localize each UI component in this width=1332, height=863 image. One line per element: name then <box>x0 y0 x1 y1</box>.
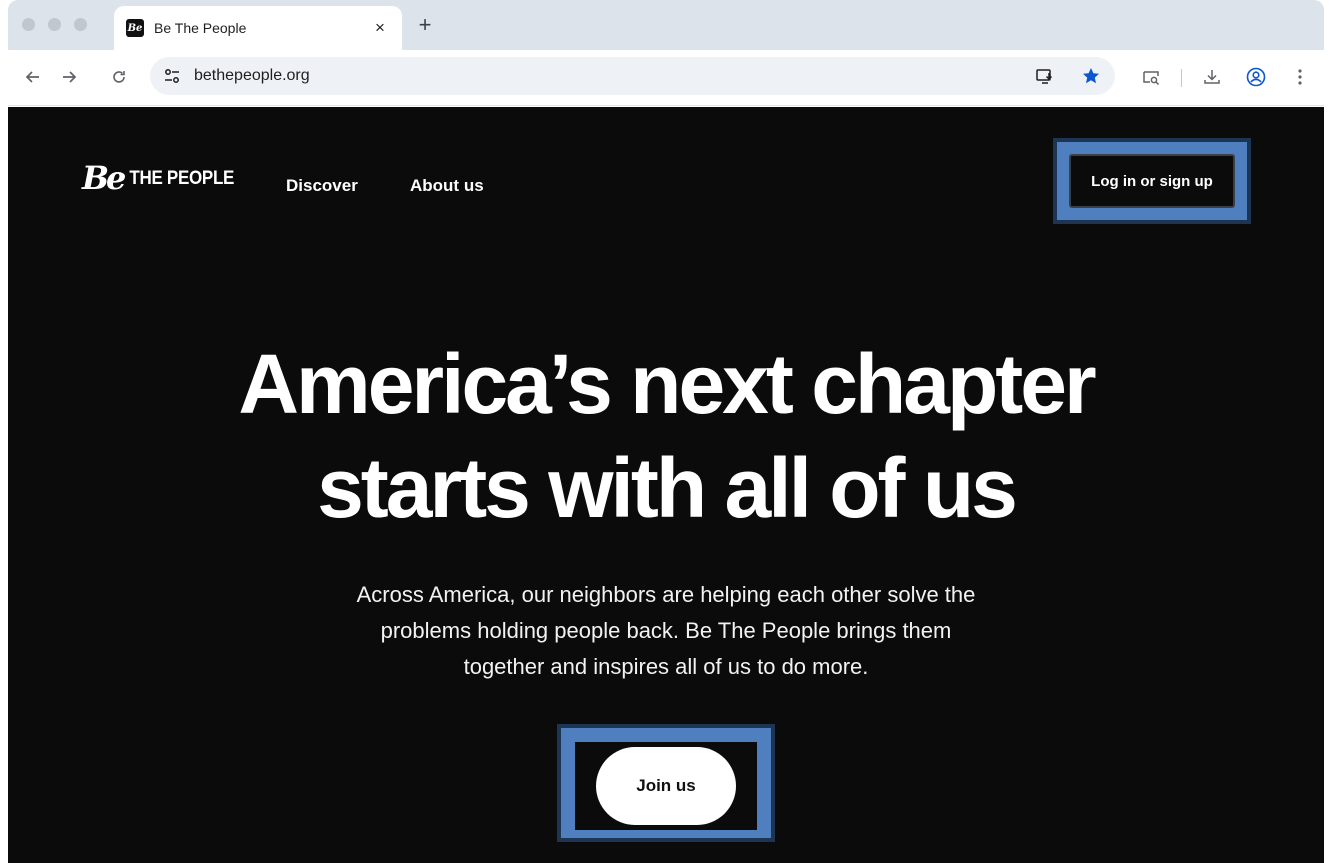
profile-avatar-icon <box>1246 67 1266 87</box>
window-zoom-control[interactable] <box>74 18 87 31</box>
hero-subtitle: Across America, our neighbors are helpin… <box>291 577 1041 685</box>
hero-subtitle-line: Across America, our neighbors are helpin… <box>356 582 976 607</box>
tab-close-button[interactable]: × <box>370 18 390 38</box>
install-app-icon <box>1036 69 1053 84</box>
site-info-button[interactable] <box>158 62 186 90</box>
window-minimize-control[interactable] <box>48 18 61 31</box>
browser-tab[interactable]: Be Be The People × <box>114 6 402 50</box>
join-button-wrapper: Join us <box>575 742 757 830</box>
logo-mark: Be <box>82 159 126 197</box>
download-icon <box>1204 70 1220 84</box>
forward-button[interactable] <box>56 64 82 90</box>
hero-subtitle-line: problems holding people back. Be The Peo… <box>380 618 952 643</box>
site-logo[interactable]: Be THE PEOPLE <box>82 162 234 194</box>
reload-icon <box>113 71 125 83</box>
url-text: bethepeople.org <box>194 67 310 84</box>
browser-toolbar: bethepeople.org <box>8 50 1324 106</box>
tab-search-button[interactable] <box>1137 63 1165 91</box>
nav-link-about-us[interactable]: About us <box>410 176 484 196</box>
downloads-button[interactable] <box>1198 63 1226 91</box>
new-tab-button[interactable]: + <box>412 12 438 38</box>
browser-menu-button[interactable] <box>1286 63 1314 91</box>
window-close-control[interactable] <box>22 18 35 31</box>
browser-tab-strip: Be Be The People × + <box>8 0 1324 50</box>
login-signup-button[interactable]: Log in or sign up <box>1069 154 1235 208</box>
hero-title: America’s next chapter starts with all o… <box>8 332 1324 540</box>
join-us-button[interactable]: Join us <box>596 747 736 825</box>
nav-link-discover[interactable]: Discover <box>286 176 358 196</box>
login-highlight: Log in or sign up <box>1053 138 1251 224</box>
bookmark-star-icon <box>1083 68 1099 84</box>
logo-wordmark: THE PEOPLE <box>129 166 235 189</box>
tab-title: Be The People <box>154 20 247 36</box>
reload-button[interactable] <box>106 64 132 90</box>
back-button[interactable] <box>20 64 46 90</box>
toolbar-divider <box>1181 69 1182 87</box>
bookmark-button[interactable] <box>1081 57 1101 95</box>
hero-title-line: starts with all of us <box>317 441 1018 535</box>
hero-subtitle-line: together and inspires all of us to do mo… <box>463 654 869 679</box>
favicon-icon: Be <box>126 19 144 37</box>
back-arrow-icon <box>25 71 39 83</box>
join-highlight: Join us <box>557 724 775 842</box>
install-app-button[interactable] <box>1035 57 1055 95</box>
more-vertical-icon <box>1298 69 1302 85</box>
tune-icon <box>165 69 179 83</box>
hero-title-line: America’s next chapter <box>238 337 1096 431</box>
tab-search-icon <box>1143 71 1160 86</box>
profile-button[interactable] <box>1242 63 1270 91</box>
address-bar[interactable]: bethepeople.org <box>150 57 1115 95</box>
forward-arrow-icon <box>63 71 77 83</box>
web-page: Be THE PEOPLE Discover About us Log in o… <box>8 107 1324 863</box>
